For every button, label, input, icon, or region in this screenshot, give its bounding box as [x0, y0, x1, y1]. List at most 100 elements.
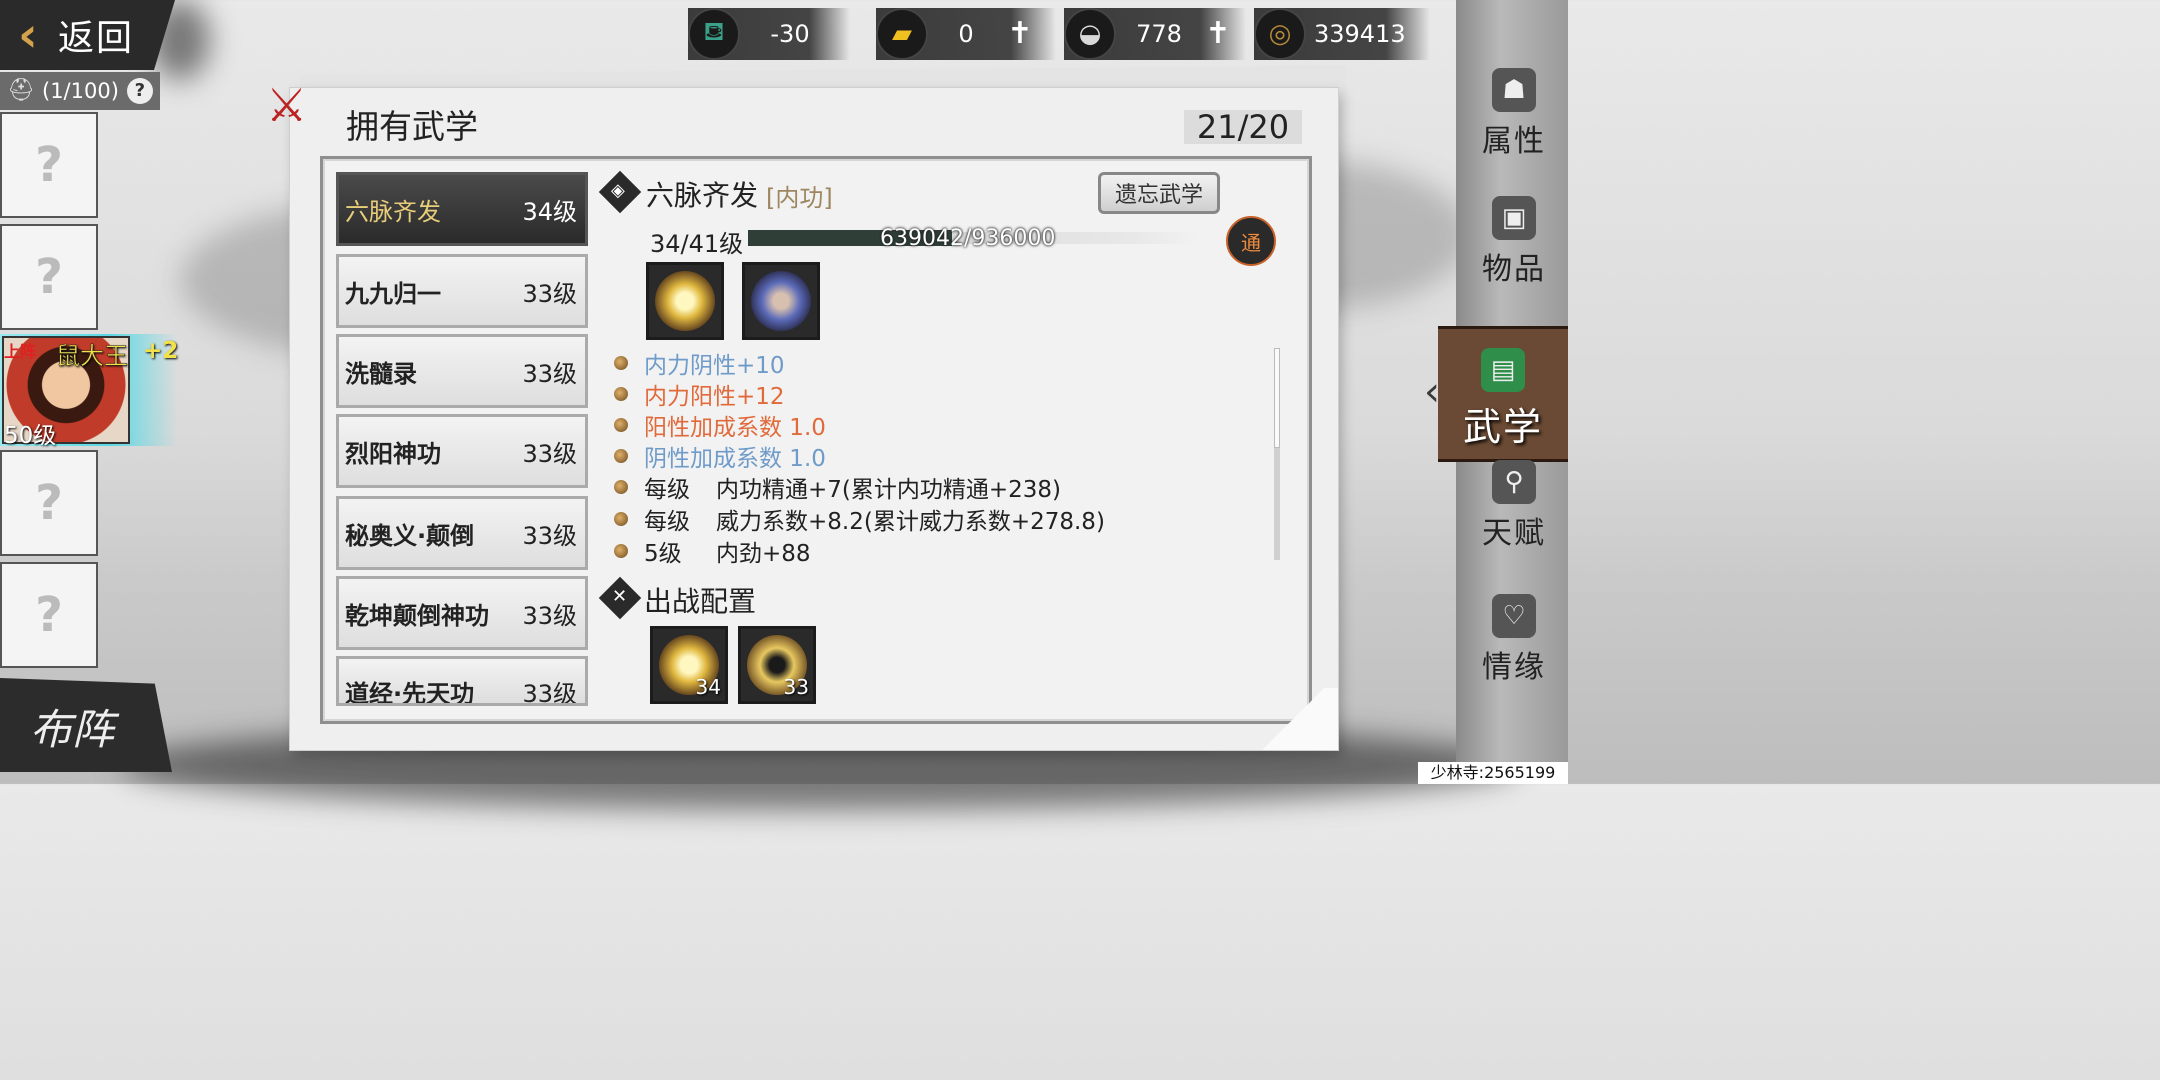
skill-list-item[interactable]: 烈阳神功 33级: [336, 414, 588, 488]
tab-relations[interactable]: ♡ 情缘: [1460, 584, 1568, 694]
skill-name: 道经·先天功: [345, 680, 475, 706]
skill-list-item[interactable]: 道经·先天功 33级: [336, 656, 588, 706]
per-level-value: 内功精通+7(累计内功精通+238): [716, 477, 1062, 503]
cauldron-icon: ⛾: [688, 8, 740, 60]
bullet-icon: [614, 544, 628, 558]
helmet-icon: ⛑: [7, 78, 35, 103]
tab-items[interactable]: ▣ 物品: [1460, 186, 1568, 296]
fan-icon: ◈: [611, 180, 625, 201]
skill-list-item[interactable]: 洗髓录 33级: [336, 334, 588, 408]
tab-attributes[interactable]: ☗ 属性: [1460, 58, 1568, 168]
empty-roster-slot[interactable]: ?: [0, 112, 98, 218]
skill-list-item[interactable]: 九九归一 33级: [336, 254, 588, 328]
roster-count-bar: ⛑ (1/100) ?: [0, 72, 160, 110]
bullet-icon: [614, 480, 628, 494]
silver-ingot-icon: ◒: [1064, 8, 1116, 60]
skill-list-item[interactable]: 秘奥义·颠倒 33级: [336, 496, 588, 570]
per-level-key: 每级: [644, 509, 690, 535]
attribute-text: 阳性加成系数 1.0: [644, 415, 826, 441]
tab-attributes-label: 属性: [1482, 124, 1546, 159]
chevron-left-icon: ‹: [1424, 369, 1440, 415]
tab-items-label: 物品: [1482, 252, 1546, 287]
attribute-line: 阴性加成系数 1.0: [614, 439, 826, 473]
detail-skill-name: 六脉齐发: [646, 179, 759, 212]
crossed-swords-icon: ✕: [612, 586, 628, 607]
skill-level: 33级: [522, 680, 577, 706]
per-level-line: 每级 威力系数+8.2(累计威力系数+278.8): [614, 502, 1105, 536]
roster-count: (1/100): [42, 79, 119, 103]
skill-level: 33级: [522, 439, 577, 468]
page-curl: [1248, 688, 1338, 750]
attribute-text: 阴性加成系数 1.0: [644, 446, 826, 472]
skill-level: 33级: [522, 359, 577, 388]
book-icon: ▤: [1481, 348, 1525, 392]
hero-name: 鼠大王: [56, 342, 129, 371]
server-info: 少林寺:2565199: [1418, 762, 1568, 784]
skill-move-icon[interactable]: [646, 262, 724, 340]
skill-level: 34级: [522, 197, 577, 226]
coin-currency: ◎ 339413: [1254, 8, 1430, 60]
help-icon[interactable]: ?: [126, 78, 153, 104]
attribute-line: 阳性加成系数 1.0: [614, 408, 826, 442]
mastery-badge[interactable]: 通: [1226, 216, 1276, 266]
per-level-line: 每级 内功精通+7(累计内功精通+238): [614, 470, 1061, 504]
scrollbar-thumb[interactable]: [1274, 348, 1280, 448]
skill-list-item[interactable]: 乾坤颠倒神功 33级: [336, 576, 588, 650]
hero-bonus: +2: [143, 338, 179, 364]
gold-value: 0: [958, 20, 974, 48]
bronze-value: -30: [770, 20, 810, 48]
owned-count: 21/20: [1184, 108, 1302, 146]
empty-roster-slot[interactable]: ?: [0, 562, 98, 668]
skill-level: 33级: [522, 601, 577, 630]
forget-skill-button[interactable]: 遗忘武学: [1098, 172, 1220, 214]
per-level-key: 5级: [644, 541, 682, 567]
coin-icon: ◎: [1254, 8, 1306, 60]
heart-icon: ♡: [1492, 594, 1536, 638]
formation-label: 布阵: [30, 705, 115, 754]
bullet-icon: [614, 449, 628, 463]
panel-title: 拥有武学: [346, 107, 478, 146]
battle-slot-level: 34: [695, 675, 721, 699]
empty-roster-slot[interactable]: ?: [0, 224, 98, 330]
tab-martial-arts[interactable]: ▤ 武学: [1438, 326, 1568, 462]
hero-level: 50级: [4, 423, 57, 449]
add-gold-button[interactable]: ✝: [1006, 19, 1034, 49]
skill-level-progress: 34/41级: [650, 230, 744, 258]
skill-name: 秘奥义·颠倒: [345, 521, 475, 550]
per-level-value: 威力系数+8.2(累计威力系数+278.8): [716, 509, 1105, 535]
silver-value: 778: [1136, 20, 1182, 48]
back-button[interactable]: ‹ 返回: [0, 0, 175, 70]
attribute-text: 内力阴性+10: [644, 353, 785, 379]
silver-currency: ◒ 778 ✝: [1064, 8, 1246, 60]
empty-roster-slot[interactable]: ?: [0, 450, 98, 556]
skill-move-icon[interactable]: [742, 262, 820, 340]
skill-name: 九九归一: [345, 279, 441, 308]
per-level-value: 内劲+88: [716, 541, 811, 567]
attribute-text: 内力阳性+12: [644, 384, 785, 410]
battle-config-title: 出战配置: [644, 585, 757, 618]
bullet-icon: [614, 356, 628, 370]
bell-icon: ☗: [1492, 68, 1536, 112]
coin-value: 339413: [1314, 20, 1406, 48]
battle-slot[interactable]: 33: [738, 626, 816, 704]
xp-text: 639042/936000: [880, 226, 1056, 251]
tab-talent[interactable]: ⚲ 天赋: [1460, 450, 1568, 560]
talent-node-icon: ⚲: [1492, 460, 1536, 504]
tab-talent-label: 天赋: [1482, 516, 1546, 551]
bullet-icon: [614, 387, 628, 401]
attribute-line: 内力阴性+10: [614, 346, 785, 380]
formation-button[interactable]: 布阵: [0, 678, 172, 772]
battle-slot[interactable]: 34: [650, 626, 728, 704]
chevron-left-icon: ‹: [18, 7, 38, 63]
sword-tassel-icon: ⚔: [266, 78, 308, 132]
skill-name: 烈阳神功: [345, 439, 441, 468]
per-level-line: 5级 内劲+88: [614, 534, 811, 568]
bronze-currency: ⛾ -30: [688, 8, 850, 60]
bullet-icon: [614, 418, 628, 432]
detail-skill-type: [内功]: [766, 184, 833, 212]
skill-list-item[interactable]: 六脉齐发 34级: [336, 172, 588, 246]
skill-name: 乾坤颠倒神功: [345, 601, 489, 630]
back-label: 返回: [58, 18, 135, 59]
per-level-key: 每级: [644, 477, 690, 503]
add-silver-button[interactable]: ✝: [1204, 19, 1232, 49]
